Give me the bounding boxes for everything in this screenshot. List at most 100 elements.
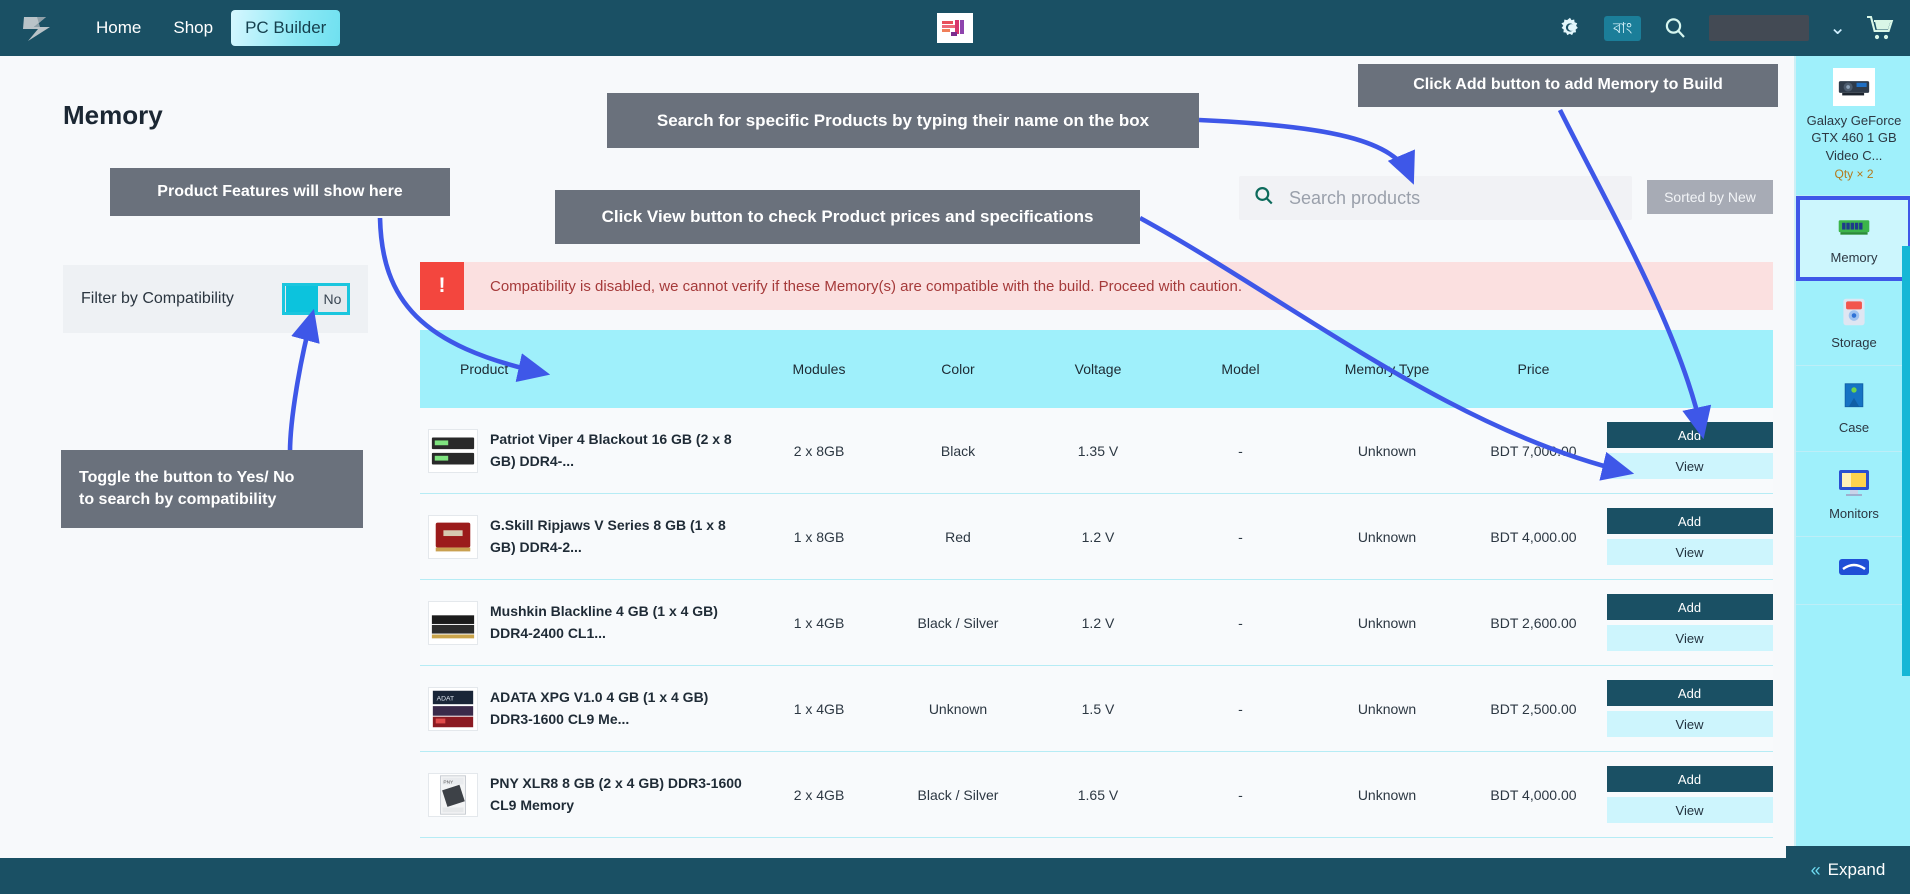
sidebar-item-label: Memory — [1830, 249, 1878, 265]
callout-view-button: Click View button to check Product price… — [555, 190, 1140, 244]
cell-actions: Add View — [1606, 766, 1773, 823]
app-root: Home Shop PC Builder বাং ⌄ Memory Filter… — [0, 0, 1910, 894]
ram-module-pny-box-icon: PNY — [428, 772, 478, 817]
cell-modules: 1 x 4GB — [793, 700, 845, 717]
cell-price: BDT 4,000.00 — [1490, 528, 1577, 545]
callout-toggle: Toggle the button to Yes/ No to search b… — [61, 450, 363, 528]
cell-memory-type: Unknown — [1357, 614, 1417, 631]
product-name[interactable]: Patriot Viper 4 Blackout 16 GB (2 x 8 GB… — [490, 429, 750, 472]
view-product-button[interactable]: View — [1606, 625, 1773, 651]
add-to-build-button[interactable]: Add — [1606, 766, 1773, 792]
cell-memory-type: Unknown — [1357, 442, 1417, 459]
table-row: ADAT ADATA XPG V1.0 4 GB (1 x 4 GB) DDR3… — [420, 666, 1773, 752]
view-product-button[interactable]: View — [1606, 539, 1773, 565]
add-to-build-button[interactable]: Add — [1606, 508, 1773, 534]
cell-model: - — [1238, 442, 1243, 459]
ram-module-black-icon — [428, 428, 478, 473]
cell-color: Black — [940, 442, 976, 459]
cell-color: Red — [945, 528, 971, 545]
chevron-down-icon[interactable]: ⌄ — [1829, 18, 1846, 38]
table-row: Patriot Viper 4 Blackout 16 GB (2 x 8 GB… — [420, 408, 1773, 494]
cell-model: - — [1238, 614, 1243, 631]
sidebar-item-monitors[interactable]: Monitors — [1796, 452, 1910, 537]
compatibility-toggle[interactable]: No — [282, 283, 350, 315]
product-name[interactable]: PNY XLR8 8 GB (2 x 4 GB) DDR3-1600 CL9 M… — [490, 773, 750, 816]
callout-product-features: Product Features will show here — [110, 168, 450, 216]
nav-link-shop[interactable]: Shop — [159, 10, 227, 46]
toggle-value: No — [323, 291, 342, 307]
cell-voltage: 1.2 V — [1081, 528, 1115, 545]
sidebar-item-galaxy[interactable]: Galaxy GeForce GTX 460 1 GB Video C... Qt… — [1796, 56, 1910, 196]
page-title: Memory — [63, 100, 163, 130]
product-name[interactable]: ADATA XPG V1.0 4 GB (1 x 4 GB) DDR3-1600… — [490, 687, 750, 730]
expand-sidebar-button[interactable]: « Expand — [1786, 846, 1910, 894]
account-field[interactable] — [1709, 15, 1810, 41]
cell-modules: 1 x 4GB — [793, 614, 845, 631]
cell-color: Black / Silver — [917, 786, 999, 803]
toggle-knob — [286, 286, 318, 312]
cell-model: - — [1238, 786, 1243, 803]
search-icon[interactable] — [1661, 14, 1689, 42]
build-components-sidebar[interactable]: Galaxy GeForce GTX 460 1 GB Video C... Qt… — [1794, 56, 1910, 894]
main-nav: Home Shop PC Builder — [82, 10, 341, 46]
cell-actions: Add View — [1606, 680, 1773, 737]
promo-banner-icon — [937, 13, 973, 43]
sidebar-item-case[interactable]: Case — [1796, 366, 1910, 452]
product-name[interactable]: Mushkin Blackline 4 GB (1 x 4 GB) DDR4-2… — [490, 601, 750, 644]
language-toggle-button[interactable]: বাং — [1604, 15, 1642, 41]
sidebar-item-label: Case — [1838, 420, 1870, 436]
add-to-build-button[interactable]: Add — [1606, 594, 1773, 620]
cell-model: - — [1238, 700, 1243, 717]
cell-modules: 2 x 4GB — [793, 786, 845, 803]
sidebar-item-label: Galaxy GeForce GTX 460 1 GB Video C... — [1806, 113, 1902, 163]
product-search-box[interactable] — [1239, 176, 1632, 220]
table-row: PNY PNY XLR8 8 GB (2 x 4 GB) DDR3-1600 C… — [420, 752, 1773, 838]
memory-ram-icon — [1800, 212, 1908, 242]
filter-label: Filter by Compatibility — [81, 290, 234, 307]
cell-model: - — [1238, 528, 1243, 545]
sidebar-item-storage[interactable]: Storage — [1796, 281, 1910, 367]
memory-products-table: Product Modules Color Voltage Model Memo… — [420, 330, 1773, 838]
cell-voltage: 1.35 V — [1077, 442, 1119, 459]
pcbuilder-logo-icon[interactable] — [18, 11, 56, 45]
column-header-price: Price — [1517, 361, 1550, 377]
view-product-button[interactable]: View — [1606, 797, 1773, 823]
cell-voltage: 1.2 V — [1081, 614, 1115, 631]
compatibility-warning-banner: ! Compatibility is disabled, we cannot v… — [420, 262, 1773, 310]
ram-module-adata-icon: ADAT — [428, 686, 478, 731]
sidebar-scrollbar[interactable] — [1902, 246, 1910, 676]
callout-toggle-line1: Toggle the button to Yes/ No — [79, 468, 295, 486]
graphics-card-icon — [1833, 68, 1875, 106]
double-chevron-left-icon: « — [1810, 859, 1821, 880]
cell-product: Mushkin Blackline 4 GB (1 x 4 GB) DDR4-2… — [420, 600, 750, 645]
warning-text: Compatibility is disabled, we cannot ver… — [490, 277, 1243, 295]
shopping-cart-icon[interactable] — [1866, 14, 1894, 42]
nav-link-pc-builder[interactable]: PC Builder — [231, 10, 341, 46]
cell-actions: Add View — [1606, 422, 1773, 479]
cell-actions: Add View — [1606, 594, 1773, 651]
monitor-icon — [1800, 468, 1908, 498]
ram-module-blackline-icon — [428, 600, 478, 645]
sidebar-item-qty: Qty × 2 — [1834, 166, 1874, 181]
sidebar-item-label: Monitors — [1829, 505, 1879, 521]
gear-icon[interactable] — [1556, 14, 1584, 42]
cell-product: PNY PNY XLR8 8 GB (2 x 4 GB) DDR3-1600 C… — [420, 772, 750, 817]
page-footer — [0, 858, 1790, 894]
view-product-button[interactable]: View — [1606, 711, 1773, 737]
search-input[interactable] — [1289, 187, 1609, 209]
view-product-button[interactable]: View — [1606, 453, 1773, 479]
storage-hdd-icon — [1800, 297, 1908, 327]
product-name[interactable]: G.Skill Ripjaws V Series 8 GB (1 x 8 GB)… — [490, 515, 750, 558]
column-header-voltage: Voltage — [1074, 361, 1122, 377]
cell-memory-type: Unknown — [1357, 786, 1417, 803]
peripheral-icon — [1800, 553, 1908, 583]
column-header-model: Model — [1221, 361, 1260, 377]
sidebar-item-component[interactable] — [1796, 537, 1910, 605]
cell-memory-type: Unknown — [1357, 528, 1417, 545]
add-to-build-button[interactable]: Add — [1606, 680, 1773, 706]
sort-dropdown-button[interactable]: Sorted by New — [1647, 180, 1773, 214]
sidebar-item-memory[interactable]: Memory — [1796, 195, 1910, 282]
nav-link-home[interactable]: Home — [82, 10, 155, 46]
expand-label: Expand — [1827, 860, 1886, 879]
add-to-build-button[interactable]: Add — [1606, 422, 1773, 448]
